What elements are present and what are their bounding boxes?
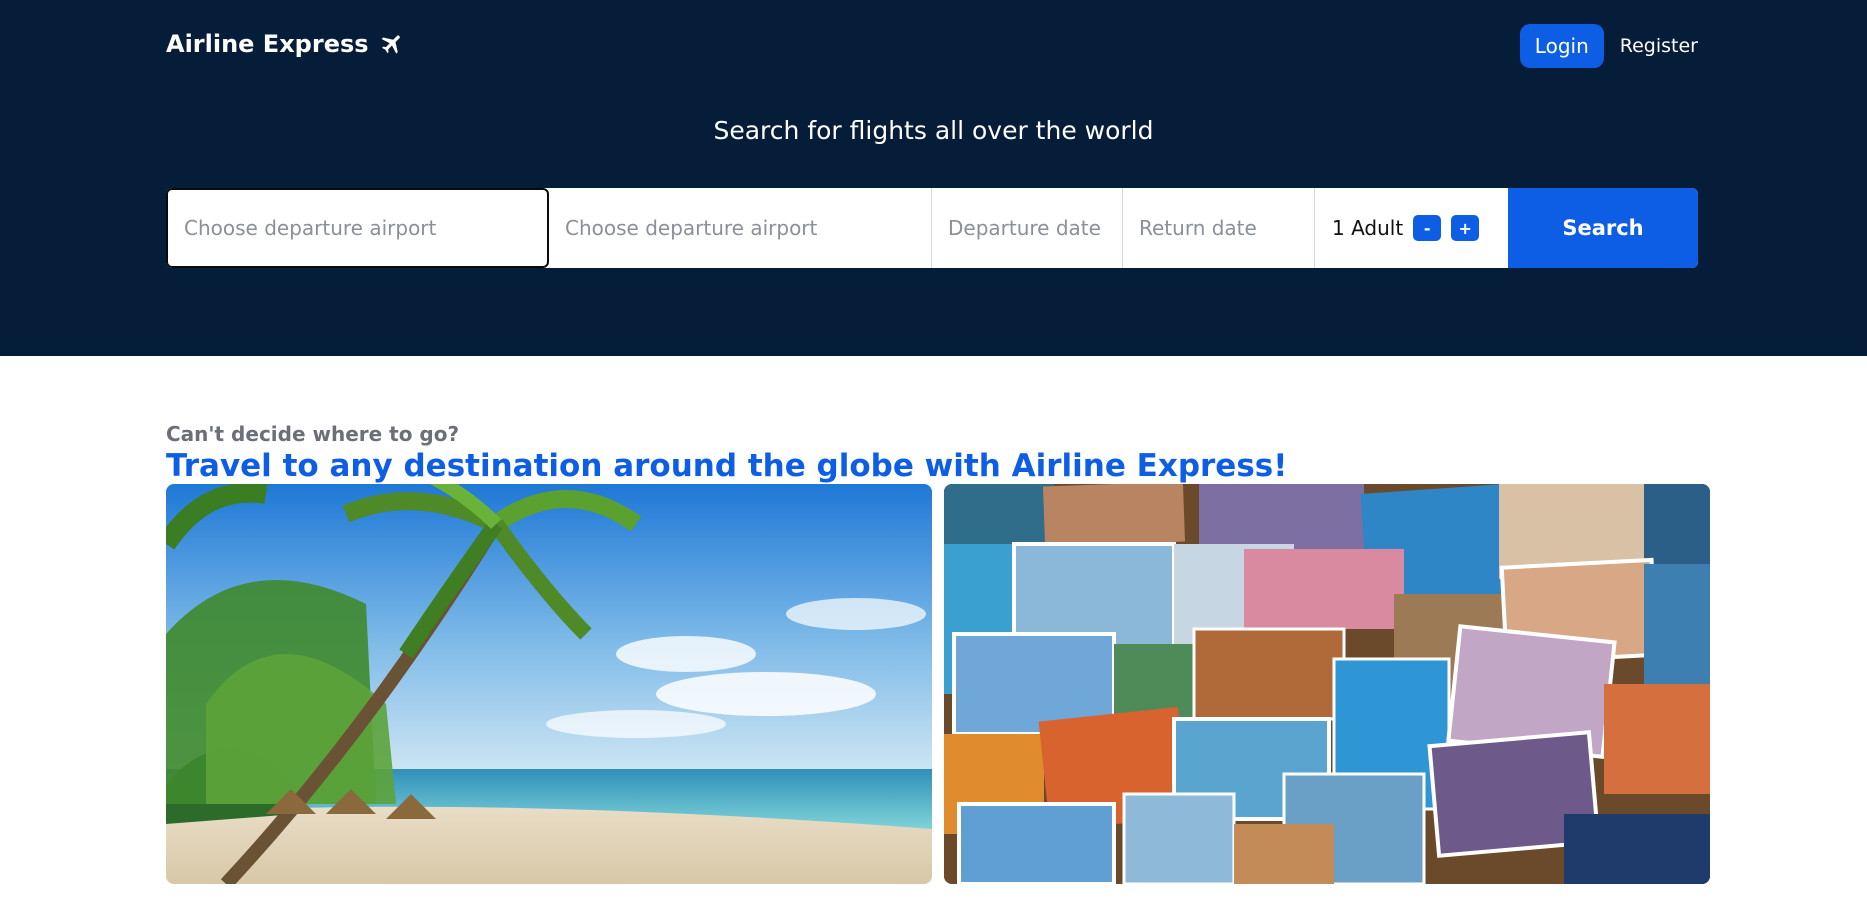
departure-airport-input[interactable]: Choose departure airport <box>166 188 549 268</box>
beach-image <box>166 484 932 884</box>
arrival-airport-input[interactable]: Choose departure airport <box>549 188 932 268</box>
brand-name: Airline Express <box>166 30 369 58</box>
destinations-collage-image <box>944 484 1710 884</box>
hero-section: Airline Express Login Register Search fo… <box>0 0 1867 356</box>
auth-links: Login Register <box>1519 24 1698 68</box>
flight-search-form: Choose departure airport Choose departur… <box>166 188 1698 268</box>
decrement-passengers-button[interactable]: - <box>1413 215 1442 241</box>
passenger-selector: 1 Adult - + <box>1315 188 1508 268</box>
login-button[interactable]: Login <box>1519 24 1604 68</box>
promo-eyebrow: Can't decide where to go? <box>166 422 460 446</box>
hero-title: Search for flights all over the world <box>713 116 1154 145</box>
passenger-count: 1 Adult <box>1332 216 1404 240</box>
arrival-airport-placeholder: Choose departure airport <box>565 216 818 240</box>
departure-date-input[interactable]: Departure date <box>932 188 1123 268</box>
return-date-placeholder: Return date <box>1139 216 1257 240</box>
register-link[interactable]: Register <box>1620 35 1698 57</box>
increment-passengers-button[interactable]: + <box>1451 215 1480 241</box>
promo-title: Travel to any destination around the glo… <box>166 448 1288 484</box>
airplane-icon <box>381 35 400 54</box>
departure-airport-placeholder: Choose departure airport <box>184 216 437 240</box>
search-button[interactable]: Search <box>1508 188 1698 268</box>
brand-logo[interactable]: Airline Express <box>166 30 405 58</box>
return-date-input[interactable]: Return date <box>1123 188 1315 268</box>
departure-date-placeholder: Departure date <box>948 216 1101 240</box>
